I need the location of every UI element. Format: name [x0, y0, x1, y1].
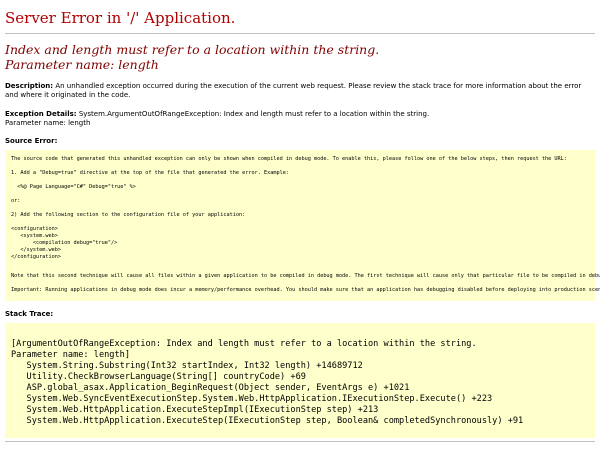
source-error-box: The source code that generated this unha…	[5, 150, 600, 301]
stack-line: System.Web.HttpApplication.ExecuteStep(I…	[11, 416, 524, 426]
error-param-line: Parameter name: length	[5, 57, 159, 72]
source-line: 2) Add the following section to the conf…	[11, 212, 246, 218]
page-title: Server Error in '/' Application.	[5, 9, 236, 27]
exception-details-param: Parameter name: length	[5, 119, 91, 127]
source-line: <compilation debug="true"/>	[11, 240, 118, 246]
source-line: 1. Add a "Debug=true" directive at the t…	[11, 170, 289, 176]
stack-line: System.String.Substring(Int32 startIndex…	[11, 361, 363, 371]
title-divider	[5, 33, 595, 34]
bottom-divider	[5, 441, 595, 442]
description-label: Description:	[5, 82, 54, 90]
description-section: Description: An unhandled exception occu…	[5, 82, 595, 100]
source-line: or:	[11, 198, 21, 204]
error-page: Server Error in '/' Application. Index a…	[0, 8, 600, 442]
source-line: <system.web>	[11, 233, 58, 239]
exception-details-label: Exception Details:	[5, 110, 77, 118]
source-line: Important: Running applications in debug…	[11, 287, 600, 293]
source-line: Note that this second technique will cau…	[11, 273, 600, 279]
stack-line: Utility.CheckBrowserLanguage(String[] co…	[11, 372, 306, 382]
stack-line: System.Web.HttpApplication.ExecuteStepIm…	[11, 405, 379, 415]
source-line: The source code that generated this unha…	[11, 156, 567, 162]
source-line: <configuration>	[11, 226, 58, 232]
exception-details-text: System.ArgumentOutOfRangeException: Inde…	[78, 110, 430, 118]
stack-trace-heading: Stack Trace:	[5, 310, 54, 318]
stack-trace-box: [ArgumentOutOfRangeException: Index and …	[5, 323, 595, 438]
stack-line: System.Web.SyncEventExecutionStep.System…	[11, 394, 493, 404]
source-line: <%@ Page Language="C#" Debug="true" %>	[11, 184, 136, 190]
stack-line: [ArgumentOutOfRangeException: Index and …	[11, 339, 477, 349]
stack-line: Parameter name: length]	[11, 350, 130, 360]
stack-line: ASP.global_asax.Application_BeginRequest…	[11, 383, 410, 393]
description-text: An unhandled exception occurred during t…	[5, 82, 582, 99]
source-line: </configuration>	[11, 254, 61, 260]
error-message: Index and length must refer to a locatio…	[5, 42, 595, 72]
exception-details-section: Exception Details: System.ArgumentOutOfR…	[5, 110, 595, 128]
source-error-heading: Source Error:	[5, 137, 58, 145]
source-line: </system.web>	[11, 247, 61, 253]
error-message-text: Index and length must refer to a locatio…	[5, 42, 380, 57]
